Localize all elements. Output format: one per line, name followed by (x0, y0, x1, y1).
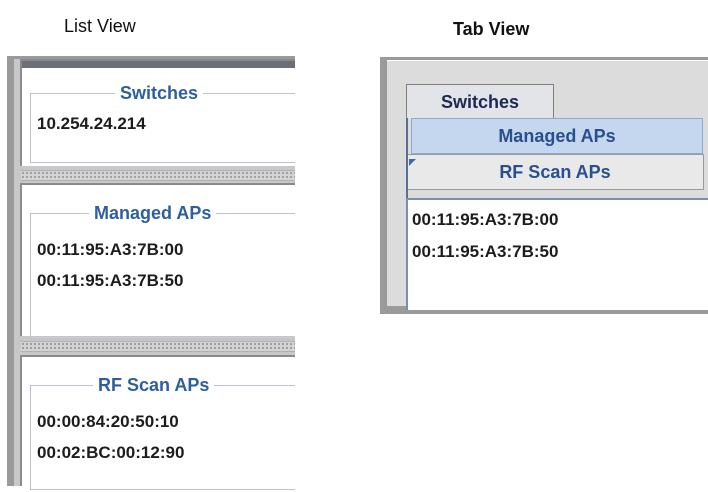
rf-scan-ap-item[interactable]: 00:00:84:20:50:10 (37, 406, 184, 437)
list-view-panel: Switches 10.254.24.214 Managed APs 00:11… (7, 56, 295, 490)
tab-view-caption: Tab View (453, 19, 530, 39)
section-splitter[interactable] (21, 341, 295, 352)
tab-view-panel: Switches Managed APs RF Scan APs 00:11:9… (380, 57, 708, 314)
managed-ap-item[interactable]: 00:11:95:A3:7B:50 (37, 265, 183, 296)
tab-corner-notch (409, 159, 416, 166)
rf-scan-ap-item[interactable]: 00:02:BC:00:12:90 (37, 437, 184, 468)
managed-aps-title: Managed APs (89, 203, 217, 224)
rf-scan-aps-group: RF Scan APs 00:00:84:20:50:10 00:02:BC:0… (30, 375, 295, 490)
managed-aps-section: Managed APs 00:11:95:A3:7B:00 00:11:95:A… (20, 183, 295, 340)
tab-view-inner: Switches Managed APs RF Scan APs 00:11:9… (387, 60, 708, 310)
list-view-caption: List View (64, 16, 136, 36)
switches-section: Switches 10.254.24.214 (20, 59, 295, 166)
tab-list-item[interactable]: 00:11:95:A3:7B:50 (412, 236, 558, 268)
tab-list-item[interactable]: 00:11:95:A3:7B:00 (412, 204, 558, 236)
list-view-inner: Switches 10.254.24.214 Managed APs 00:11… (14, 59, 295, 490)
tab-switches[interactable]: Switches (406, 84, 554, 119)
switches-group: Switches 10.254.24.214 (30, 83, 295, 163)
managed-ap-item[interactable]: 00:11:95:A3:7B:00 (37, 234, 183, 265)
tab-content-list: 00:11:95:A3:7B:00 00:11:95:A3:7B:50 (406, 198, 708, 310)
managed-aps-group: Managed APs 00:11:95:A3:7B:00 00:11:95:A… (30, 203, 295, 340)
tab-left-edge (406, 118, 408, 198)
tab-managed-aps[interactable]: Managed APs (411, 118, 703, 154)
section-top-strip (22, 61, 295, 68)
rf-scan-aps-title: RF Scan APs (93, 375, 215, 396)
tab-rf-scan-aps[interactable]: RF Scan APs (406, 154, 704, 190)
switches-title: Switches (115, 83, 204, 104)
section-splitter[interactable] (21, 170, 295, 181)
switch-item[interactable]: 10.254.24.214 (37, 108, 146, 139)
rf-scan-aps-section: RF Scan APs 00:00:84:20:50:10 00:02:BC:0… (20, 355, 295, 490)
